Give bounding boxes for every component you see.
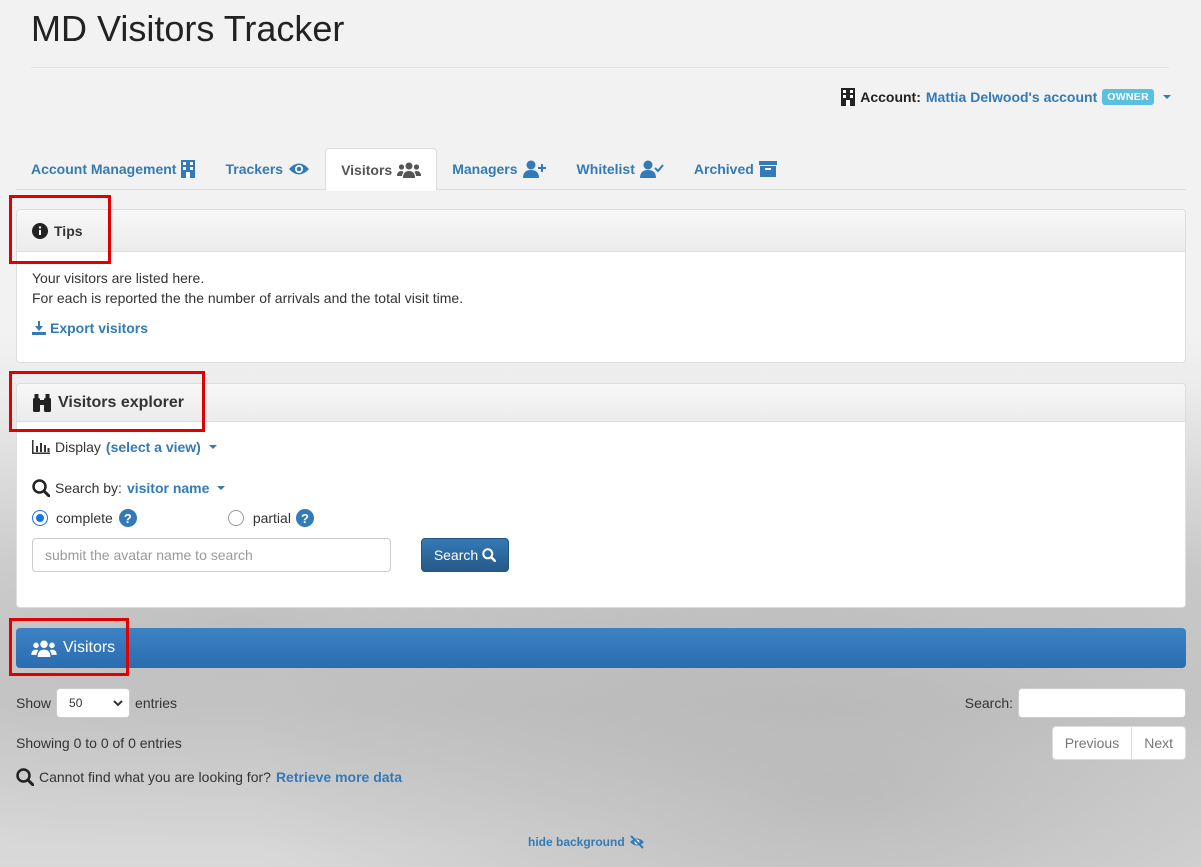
- chevron-down-icon: [208, 445, 217, 449]
- visitors-section-title: Visitors: [63, 639, 116, 656]
- tab-account-management[interactable]: Account Management: [16, 148, 210, 190]
- search-icon: [16, 768, 34, 786]
- tab-label: Managers: [452, 161, 518, 177]
- download-icon: [32, 321, 46, 335]
- hide-background-label: hide background: [528, 835, 625, 849]
- owner-badge: OWNER: [1102, 89, 1154, 105]
- tab-archived[interactable]: Archived: [679, 148, 792, 190]
- users-icon: [31, 640, 57, 657]
- search-by-value: visitor name: [126, 480, 210, 496]
- search-icon: [32, 479, 50, 497]
- user-plus-icon: [522, 160, 546, 178]
- building-icon: [181, 160, 196, 178]
- tab-label: Account Management: [31, 161, 177, 177]
- title-divider: [31, 67, 1169, 68]
- tips-body: Your visitors are listed here. For each …: [17, 252, 1185, 338]
- export-visitors-link[interactable]: Export visitors: [32, 318, 1170, 338]
- eye-icon: [289, 163, 310, 175]
- account-name-link[interactable]: Mattia Delwood's account: [926, 89, 1097, 105]
- chevron-down-icon[interactable]: [1163, 95, 1171, 99]
- bar-chart-icon: [32, 440, 50, 454]
- retrieve-more-link[interactable]: Retrieve more data: [276, 769, 402, 785]
- account-label: Account:: [860, 89, 921, 105]
- help-partial-icon[interactable]: ?: [295, 509, 314, 527]
- entries-length-control: Show 50 entries: [16, 688, 177, 718]
- tips-heading: Tips: [17, 210, 1185, 252]
- building-icon: [841, 88, 856, 106]
- tips-title: Tips: [54, 222, 83, 239]
- tips-line-2: For each is reported the the number of a…: [32, 290, 464, 306]
- page: MD Visitors Tracker Account: Mattia Delw…: [0, 0, 1201, 867]
- help-complete-icon[interactable]: ?: [118, 509, 137, 527]
- table-search: Search:: [965, 688, 1186, 718]
- export-visitors-label: Export visitors: [50, 320, 149, 336]
- tab-label: Visitors: [341, 161, 393, 178]
- eye-slash-icon: [629, 835, 644, 849]
- visitors-explorer-panel: Visitors explorer Display (select a view…: [16, 383, 1186, 608]
- next-button[interactable]: Next: [1132, 726, 1186, 760]
- search-by-label: Search by:: [55, 480, 122, 496]
- explorer-title: Visitors explorer: [58, 393, 184, 411]
- user-check-icon: [639, 160, 664, 178]
- chevron-down-icon: [217, 486, 226, 490]
- tips-panel: Tips Your visitors are listed here. For …: [16, 209, 1186, 363]
- tab-label: Whitelist: [576, 161, 635, 177]
- pagination: Previous Next: [1051, 726, 1186, 760]
- tab-label: Archived: [693, 161, 754, 177]
- show-label: Show: [16, 695, 52, 711]
- entries-select[interactable]: 50: [56, 688, 131, 718]
- display-view-selector[interactable]: Display (select a view): [32, 439, 217, 455]
- table-search-input[interactable]: [1018, 688, 1186, 718]
- archive-icon: [758, 161, 777, 177]
- entries-value: 50: [69, 696, 83, 710]
- table-search-label: Search:: [964, 695, 1013, 711]
- radio-partial-label: partial: [252, 510, 291, 526]
- page-title: MD Visitors Tracker: [31, 8, 345, 49]
- main-tabs: Account Management Trackers Visitors Man…: [16, 148, 1186, 191]
- display-value: (select a view): [105, 439, 201, 455]
- search-button[interactable]: Search: [421, 538, 509, 572]
- retrieve-more-row: Cannot find what you are looking for? Re…: [16, 768, 402, 786]
- tab-trackers[interactable]: Trackers: [210, 148, 325, 190]
- entries-label: entries: [135, 695, 178, 711]
- search-icon: [482, 548, 497, 562]
- cannot-find-text: Cannot find what you are looking for?: [39, 769, 271, 785]
- hide-background-link[interactable]: hide background: [528, 835, 645, 849]
- tips-line-1: Your visitors are listed here.: [32, 270, 205, 286]
- radio-partial[interactable]: [227, 510, 244, 526]
- search-button-label: Search: [433, 547, 479, 563]
- tab-visitors[interactable]: Visitors: [325, 148, 438, 191]
- search-by-selector[interactable]: Search by: visitor name: [32, 479, 226, 497]
- match-mode-radios: complete ? partial ?: [32, 509, 314, 527]
- table-info: Showing 0 to 0 of 0 entries: [16, 735, 182, 751]
- tab-whitelist[interactable]: Whitelist: [562, 148, 679, 190]
- users-icon: [397, 162, 422, 178]
- tab-label: Trackers: [225, 161, 284, 177]
- info-icon: [32, 222, 48, 239]
- previous-button[interactable]: Previous: [1051, 726, 1133, 760]
- chevron-down-icon: [113, 699, 123, 706]
- explorer-heading: Visitors explorer: [17, 384, 1185, 422]
- binoculars-icon: [33, 393, 51, 412]
- display-label: Display: [55, 439, 101, 455]
- tab-managers[interactable]: Managers: [437, 148, 561, 190]
- account-selector[interactable]: Account: Mattia Delwood's account OWNER: [841, 88, 1171, 106]
- radio-complete-label: complete: [56, 510, 113, 526]
- visitors-section-header: Visitors: [16, 628, 1186, 668]
- avatar-search-input[interactable]: [32, 538, 391, 572]
- radio-complete[interactable]: [32, 510, 48, 526]
